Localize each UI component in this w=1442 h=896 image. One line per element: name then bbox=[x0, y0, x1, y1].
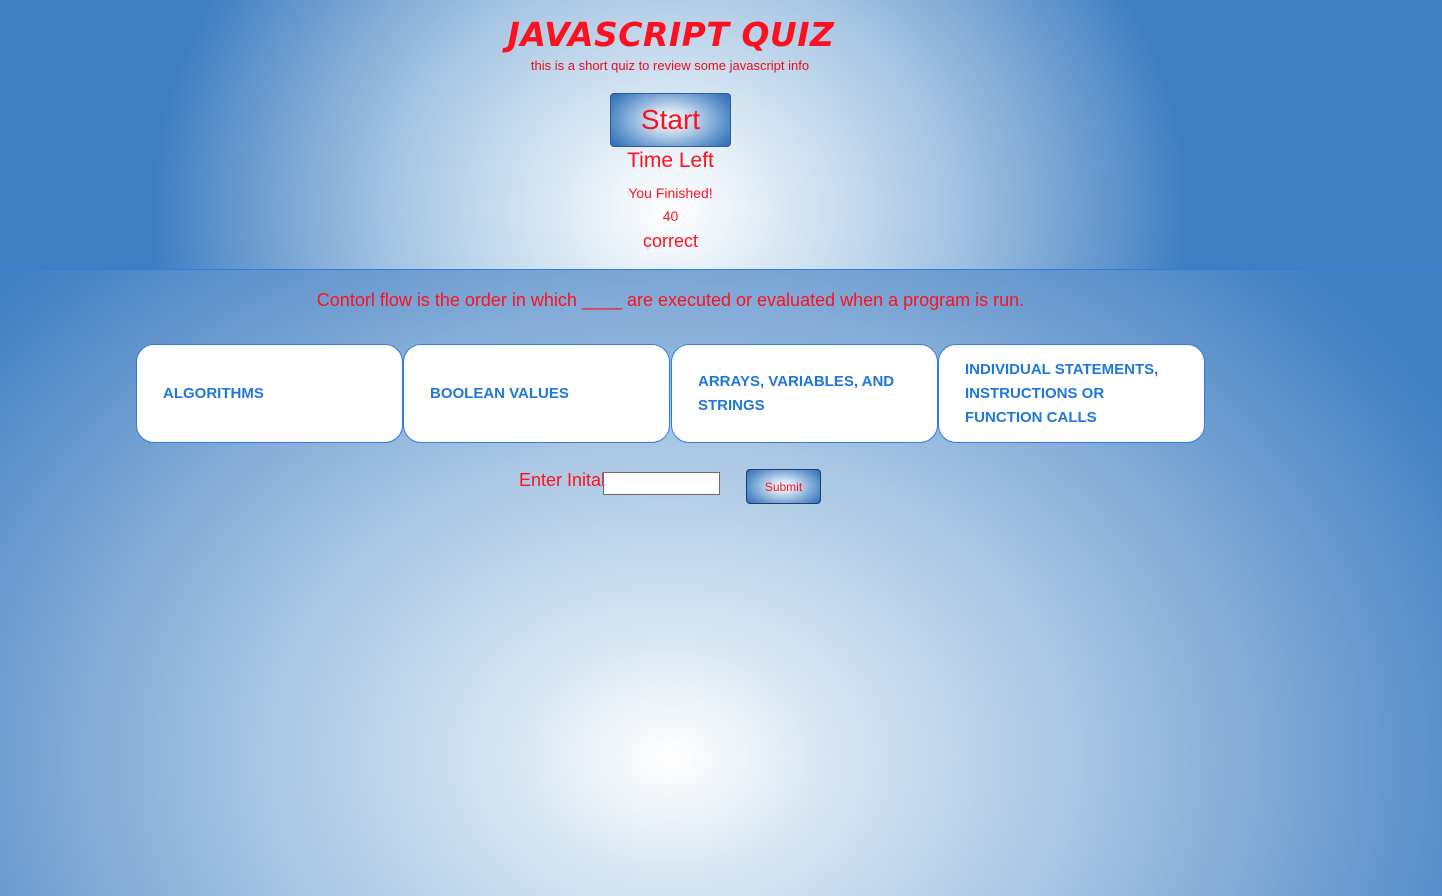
answer-choice-1[interactable]: ALGORITHMS bbox=[136, 344, 403, 443]
finished-message: You Finished! bbox=[628, 185, 713, 201]
page-subtitle: this is a short quiz to review some java… bbox=[530, 58, 810, 73]
score-value: 40 bbox=[662, 208, 679, 224]
start-button[interactable]: Start bbox=[610, 93, 731, 147]
answer-choice-2[interactable]: BOOLEAN VALUES bbox=[403, 344, 670, 443]
answer-choice-3[interactable]: ARRAYS, VARIABLES, AND STRINGS bbox=[671, 344, 938, 443]
correct-label: correct bbox=[642, 231, 698, 251]
answer-choice-label: ARRAYS, VARIABLES, AND STRINGS bbox=[698, 372, 895, 414]
question-text: Contorl flow is the order in which ____ … bbox=[316, 290, 1025, 310]
time-left-label: Time Left bbox=[627, 149, 714, 172]
initials-label: Enter Initals bbox=[519, 470, 615, 490]
submit-button[interactable]: Submit bbox=[746, 469, 821, 504]
page-title: JAVASCRIPT QUIZ bbox=[507, 15, 835, 54]
initials-input[interactable] bbox=[603, 472, 720, 495]
answer-choice-label: BOOLEAN VALUES bbox=[430, 384, 569, 402]
answer-choice-label: ALGORITHMS bbox=[163, 384, 264, 402]
quiz-header: JAVASCRIPT QUIZ this is a short quiz to … bbox=[0, 0, 1442, 270]
answer-choice-4[interactable]: INDIVIDUAL STATEMENTS, INSTRUCTIONS OR F… bbox=[938, 344, 1205, 443]
answer-choice-label: INDIVIDUAL STATEMENTS, INSTRUCTIONS OR F… bbox=[965, 360, 1159, 426]
